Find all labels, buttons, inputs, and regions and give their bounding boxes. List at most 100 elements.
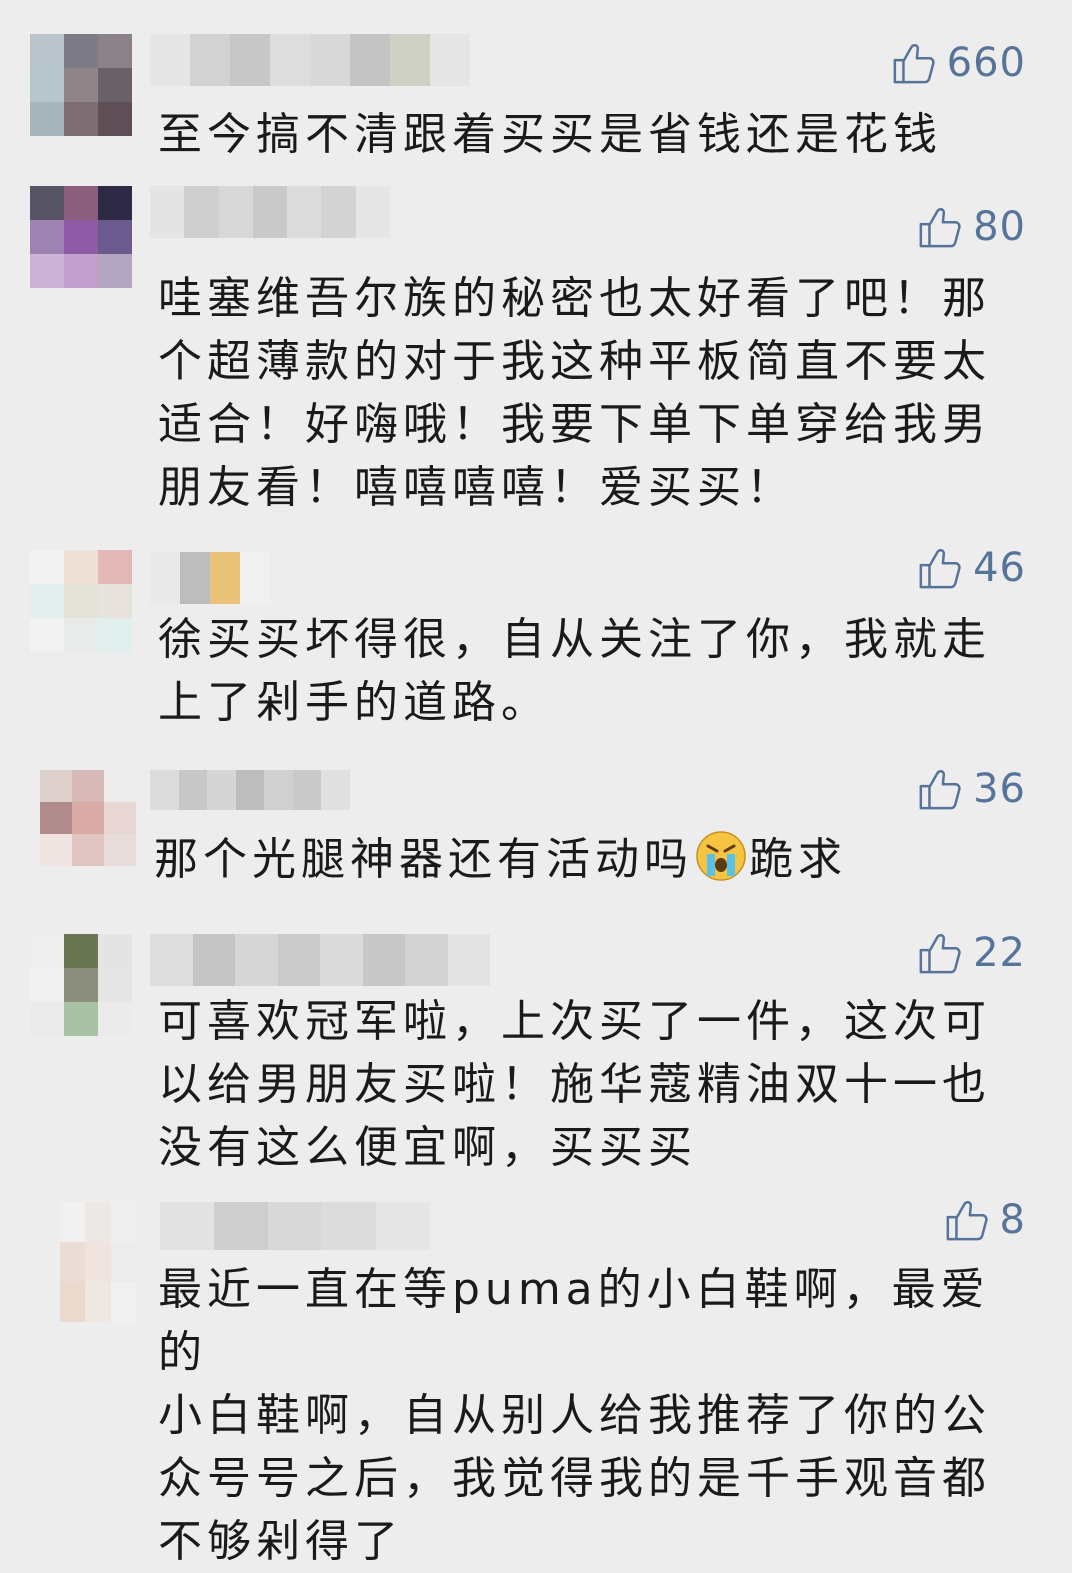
comment-item: 660 至今搞不清跟着买买是省钱还是花钱	[0, 0, 1072, 170]
like-count: 8	[999, 1197, 1026, 1243]
comment-text: 徐买买坏得很，自从关注了你，我就走 上了剁手的道路。	[158, 614, 991, 728]
like-count: 36	[973, 766, 1026, 812]
username-pixel	[376, 1202, 430, 1250]
username-pixel	[321, 770, 350, 810]
avatar-pixel	[64, 550, 98, 584]
like-button[interactable]: 80	[917, 204, 1026, 250]
username-pixel	[210, 552, 240, 604]
comment-item: 36 那个光腿神器还有活动吗 跪求	[0, 740, 1072, 920]
avatar-pixel	[98, 34, 132, 68]
avatar[interactable]	[30, 550, 132, 652]
like-count: 80	[973, 204, 1026, 250]
username-pixel	[160, 1202, 214, 1250]
username[interactable]	[150, 34, 470, 86]
avatar-pixel	[64, 584, 98, 618]
username[interactable]	[150, 552, 270, 604]
username[interactable]	[150, 934, 490, 986]
avatar-pixel	[110, 1282, 136, 1322]
username-pixel	[214, 1202, 268, 1250]
comment-text-part: 那个光腿神器还有活动吗	[154, 834, 693, 885]
avatar-pixel	[30, 618, 64, 652]
avatar-pixel	[30, 34, 64, 68]
avatar-pixel	[72, 802, 104, 834]
avatar-pixel	[64, 102, 98, 136]
avatar-pixel	[30, 584, 64, 618]
like-button[interactable]: 46	[917, 545, 1026, 591]
avatar-pixel	[30, 968, 64, 1002]
avatar-pixel	[30, 934, 64, 968]
like-count: 660	[946, 40, 1026, 86]
comment-text: 哇塞维吾尔族的秘密也太好看了吧！那 个超薄款的对于我这种平板简直不要太 适合！好…	[158, 273, 991, 513]
avatar-pixel	[30, 1002, 64, 1036]
avatar-pixel	[98, 584, 132, 618]
username-pixel	[350, 34, 390, 86]
username[interactable]	[150, 186, 390, 238]
like-count: 22	[973, 930, 1026, 976]
comment-text: 最近一直在等puma的小白鞋啊，最爱的 小白鞋啊，自从别人给我推荐了你的公 众号…	[158, 1264, 991, 1567]
avatar-pixel	[60, 1282, 86, 1322]
username[interactable]	[150, 770, 350, 810]
username-pixel	[362, 934, 405, 986]
avatar-pixel	[85, 1202, 111, 1242]
avatar-pixel	[110, 1202, 136, 1242]
username-pixel	[180, 552, 210, 604]
avatar[interactable]	[30, 934, 132, 1036]
avatar-pixel	[30, 102, 64, 136]
avatar-pixel	[64, 68, 98, 102]
thumbs-up-icon	[917, 545, 963, 591]
avatar-pixel	[104, 834, 136, 866]
username-pixel	[190, 34, 230, 86]
avatar-pixel	[64, 934, 98, 968]
username-pixel	[390, 34, 430, 86]
avatar-pixel	[40, 770, 72, 802]
avatar-pixel	[110, 1242, 136, 1282]
comment-text-tail: 跪求	[749, 834, 847, 885]
avatar-pixel	[98, 618, 132, 652]
avatar[interactable]	[30, 186, 132, 288]
avatar-pixel	[60, 1202, 86, 1242]
thumbs-up-icon	[917, 930, 963, 976]
avatar-pixel	[104, 802, 136, 834]
avatar[interactable]	[40, 770, 136, 866]
avatar-pixel	[98, 68, 132, 102]
username-pixel	[292, 770, 322, 810]
like-button[interactable]: 8	[944, 1197, 1026, 1243]
avatar-pixel	[98, 102, 132, 136]
username-pixel	[240, 552, 270, 604]
avatar-pixel	[85, 1282, 111, 1322]
avatar-pixel	[72, 834, 104, 866]
avatar[interactable]	[30, 34, 132, 136]
username[interactable]	[160, 1202, 430, 1250]
like-button[interactable]: 660	[891, 40, 1026, 86]
avatar-pixel	[64, 34, 98, 68]
username-pixel	[150, 770, 179, 810]
username-pixel	[277, 934, 320, 986]
avatar-pixel	[85, 1242, 111, 1282]
username-pixel	[322, 1202, 376, 1250]
username-pixel	[310, 34, 350, 86]
comment-text: 可喜欢冠军啦，上次买了一件，这次可 以给男朋友买啦！施华蔻精油双十一也 没有这么…	[158, 996, 991, 1173]
avatar-pixel	[64, 220, 98, 254]
username-pixel	[178, 770, 208, 810]
avatar-pixel	[30, 220, 64, 254]
avatar-pixel	[64, 618, 98, 652]
username-pixel	[207, 770, 236, 810]
avatar-pixel	[30, 68, 64, 102]
username-pixel	[320, 934, 363, 986]
username-pixel	[235, 934, 278, 986]
avatar-pixel	[98, 968, 132, 1002]
username-pixel	[192, 934, 235, 986]
avatar-pixel	[98, 934, 132, 968]
like-button[interactable]: 22	[917, 930, 1026, 976]
username-pixel	[287, 186, 322, 238]
username-pixel	[268, 1202, 322, 1250]
username-pixel	[218, 186, 253, 238]
avatar-pixel	[98, 186, 132, 220]
avatar[interactable]	[60, 1202, 136, 1322]
avatar-pixel	[64, 1002, 98, 1036]
avatar-pixel	[98, 254, 132, 288]
like-button[interactable]: 36	[917, 766, 1026, 812]
username-pixel	[150, 934, 193, 986]
username-pixel	[150, 552, 180, 604]
thumbs-up-icon	[891, 40, 937, 86]
